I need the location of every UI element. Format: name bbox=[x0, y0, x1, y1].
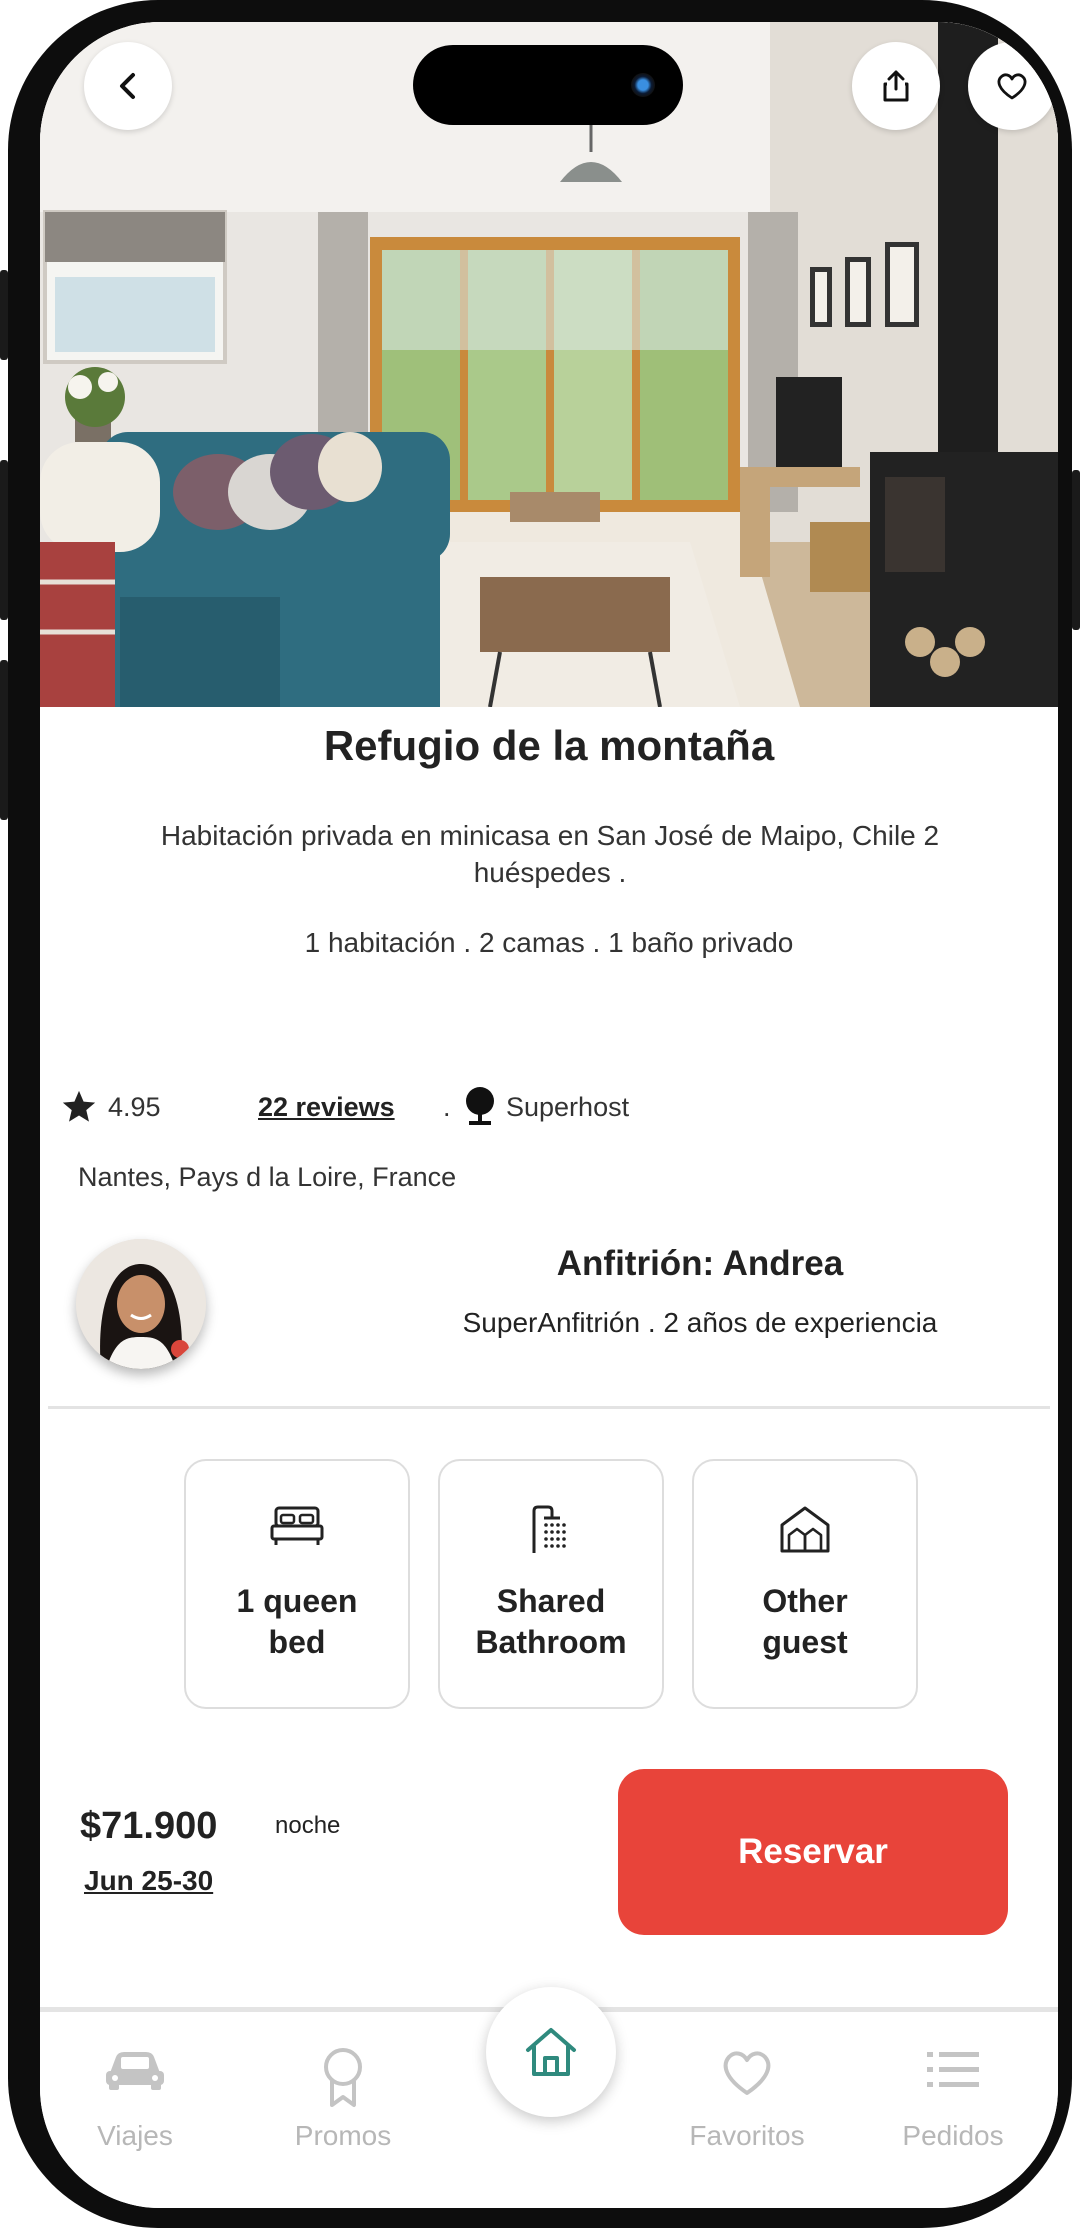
side-button bbox=[0, 460, 8, 620]
amenity-label: bed bbox=[268, 1624, 326, 1660]
listing-subtitle: Habitación privada en minicasa en San Jo… bbox=[160, 820, 940, 888]
phone-frame: Refugio de la montaña Habitación privada… bbox=[0, 0, 1080, 2228]
share-icon bbox=[883, 70, 909, 102]
listing-location: Nantes, Pays d la Loire, France bbox=[78, 1162, 457, 1192]
amenity-label: Bathroom bbox=[475, 1624, 627, 1660]
host-name: Anfitrión: Andrea bbox=[556, 1244, 844, 1283]
shower-icon bbox=[532, 1505, 566, 1553]
side-button bbox=[0, 270, 8, 360]
back-button[interactable] bbox=[84, 42, 172, 130]
listing-title: Refugio de la montaña bbox=[323, 722, 775, 769]
amenity-label: 1 queen bbox=[236, 1583, 358, 1619]
share-button[interactable] bbox=[852, 42, 940, 130]
superhost-icon bbox=[466, 1087, 494, 1125]
tab-label: Favoritos bbox=[689, 2120, 805, 2151]
host-avatar[interactable] bbox=[76, 1239, 206, 1369]
favorite-button[interactable] bbox=[968, 42, 1056, 130]
amenity-card-guests: Other guest bbox=[692, 1459, 918, 1709]
list-icon bbox=[927, 2052, 979, 2087]
app-screen: Refugio de la montaña Habitación privada… bbox=[40, 22, 1058, 2208]
price-unit: noche bbox=[275, 1812, 341, 1839]
tab-home[interactable] bbox=[486, 1987, 616, 2117]
side-button bbox=[0, 660, 8, 820]
front-camera bbox=[631, 73, 655, 97]
reserve-button[interactable]: Reservar bbox=[618, 1769, 1008, 1935]
tab-label: Pedidos bbox=[902, 2120, 1004, 2151]
heart-icon bbox=[997, 73, 1027, 100]
host-subtitle: SuperAnfitrión . 2 años de experiencia bbox=[462, 1307, 938, 1338]
bed-icon bbox=[270, 1506, 324, 1545]
tab-label: Viajes bbox=[97, 2120, 173, 2151]
superhost-label: Superhost bbox=[506, 1091, 630, 1122]
amenity-card-bed: 1 queen bed bbox=[184, 1459, 410, 1709]
side-button bbox=[1072, 470, 1080, 630]
amenity-label: guest bbox=[762, 1624, 848, 1660]
booking-dates-link[interactable]: Jun 25-30 bbox=[84, 1865, 213, 1897]
chevron-left-icon bbox=[120, 73, 135, 99]
amenity-card-bathroom: Shared Bathroom bbox=[438, 1459, 664, 1709]
dynamic-island bbox=[413, 45, 683, 125]
amenity-label: Shared bbox=[496, 1583, 606, 1619]
separator-dot: . bbox=[443, 1091, 451, 1122]
reviews-link[interactable]: 22 reviews bbox=[258, 1092, 395, 1123]
rating-value: 4.95 bbox=[108, 1091, 161, 1122]
price-value: $71.900 bbox=[80, 1805, 218, 1847]
listing-details: 1 habitación . 2 camas . 1 baño privado bbox=[304, 927, 794, 958]
amenity-label: Other bbox=[762, 1583, 848, 1619]
car-icon bbox=[106, 2052, 164, 2090]
houses-icon bbox=[780, 1506, 830, 1553]
superhost-badge: Superhost bbox=[464, 1086, 629, 1128]
section-divider bbox=[48, 1406, 1050, 1409]
rating-row: 4.95 22 reviews . Superhost bbox=[60, 1082, 760, 1132]
star-icon bbox=[62, 1090, 96, 1122]
home-icon bbox=[526, 2028, 576, 2076]
tab-label: Promos bbox=[294, 2120, 392, 2151]
heart-icon bbox=[723, 2051, 771, 2095]
award-icon bbox=[324, 2048, 362, 2107]
